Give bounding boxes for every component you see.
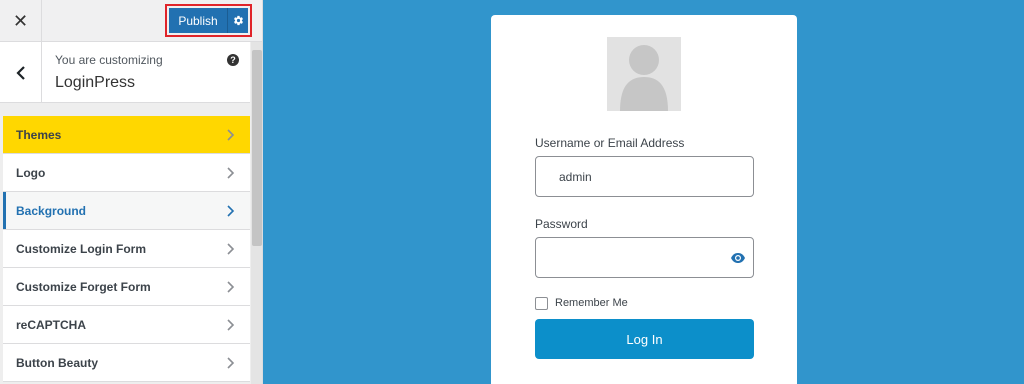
- menu-item-label: Logo: [16, 165, 46, 180]
- menu-item-label: Background: [16, 203, 87, 218]
- show-password-icon[interactable]: [730, 252, 746, 264]
- customizing-title: LoginPress: [55, 74, 136, 91]
- remember-me-checkbox[interactable]: [535, 297, 548, 310]
- remember-me-label: Remember Me: [555, 297, 628, 309]
- menu-item-recaptcha[interactable]: reCAPTCHA: [3, 306, 250, 344]
- chevron-right-icon: [227, 281, 235, 293]
- customizing-info: You are customizing LoginPress ?: [0, 42, 250, 103]
- password-input[interactable]: [535, 237, 754, 278]
- chevron-right-icon: [227, 167, 235, 179]
- help-icon[interactable]: ?: [227, 54, 239, 66]
- customizing-subtitle: You are customizing: [55, 53, 163, 67]
- user-placeholder-icon: [607, 37, 681, 111]
- chevron-right-icon: [227, 319, 235, 331]
- customizer-menu: Themes Logo Background Customize Login F…: [3, 116, 250, 382]
- menu-item-label: Customize Forget Form: [16, 279, 151, 294]
- menu-item-button-beauty[interactable]: Button Beauty: [3, 344, 250, 382]
- chevron-right-icon: [227, 357, 235, 369]
- menu-item-customize-forget-form[interactable]: Customize Forget Form: [3, 268, 250, 306]
- menu-item-customize-login-form[interactable]: Customize Login Form: [3, 230, 250, 268]
- chevron-right-icon: [227, 243, 235, 255]
- close-customizer-button[interactable]: ✕: [0, 0, 42, 42]
- menu-item-themes[interactable]: Themes: [3, 116, 250, 154]
- sidebar-scrollbar-thumb[interactable]: [252, 50, 262, 246]
- menu-item-label: Customize Login Form: [16, 241, 146, 256]
- back-button[interactable]: [0, 42, 42, 103]
- login-button[interactable]: Log In: [535, 319, 754, 359]
- customizer-sidebar: ✕ Publish You are customizing LoginPress…: [0, 0, 263, 384]
- menu-item-label: reCAPTCHA: [16, 317, 87, 332]
- avatar: [607, 37, 681, 111]
- username-label: Username or Email Address: [535, 136, 685, 150]
- username-input[interactable]: admin: [535, 156, 754, 197]
- login-form-card: Username or Email Address admin Password…: [491, 15, 797, 384]
- menu-item-label: Themes: [16, 127, 62, 142]
- gear-icon: [233, 15, 243, 26]
- publish-button[interactable]: Publish: [169, 8, 227, 33]
- menu-item-label: Button Beauty: [16, 355, 98, 370]
- customizer-header: ✕ Publish: [0, 0, 262, 42]
- menu-item-logo[interactable]: Logo: [3, 154, 250, 192]
- publish-settings-button[interactable]: [227, 8, 248, 33]
- username-value: admin: [559, 170, 592, 184]
- menu-item-background[interactable]: Background: [3, 192, 250, 230]
- close-icon: ✕: [12, 10, 29, 31]
- chevron-right-icon: [227, 205, 235, 217]
- chevron-left-icon: [15, 65, 25, 80]
- password-label: Password: [535, 217, 588, 231]
- chevron-right-icon: [227, 129, 235, 141]
- publish-actions: Publish: [165, 4, 252, 37]
